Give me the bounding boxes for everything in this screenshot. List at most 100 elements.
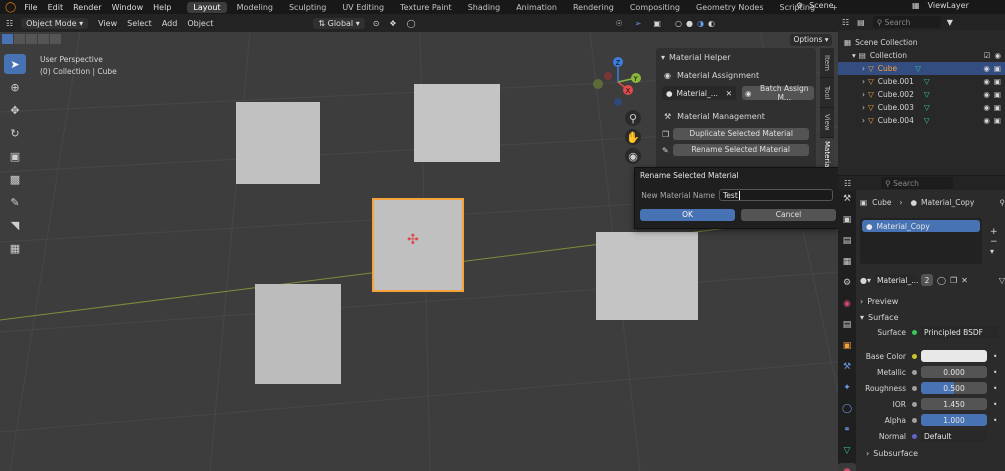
eye-icon[interactable]: ◉ (983, 90, 990, 99)
mode-dropdown[interactable]: Object Mode ▾ (21, 17, 89, 29)
render-icon[interactable]: ▣ (994, 64, 1001, 73)
rename-material-button[interactable]: Rename Selected Material (672, 144, 809, 156)
remove-slot-icon[interactable]: − (990, 237, 998, 247)
slot-list[interactable]: ● Material_Copy (860, 218, 982, 264)
slot-menu-icon[interactable]: ▾ (990, 247, 998, 256)
normal-field[interactable]: Default (921, 430, 987, 442)
shading-material-icon[interactable]: ◑ (697, 19, 704, 28)
cube-object[interactable] (596, 232, 698, 320)
render-icon[interactable]: ▣ (994, 116, 1001, 125)
pan-hand-icon[interactable]: ✋ (625, 129, 641, 145)
tab-item[interactable]: Item (820, 48, 834, 78)
measure-tool-icon[interactable]: ◥ (4, 215, 26, 235)
navigation-gizmo[interactable]: X Y Z (590, 54, 646, 110)
expand-right-icon[interactable]: › (862, 77, 865, 86)
select-subtract-icon[interactable] (26, 34, 37, 44)
outliner-item[interactable]: › ▽ Cube.003 ▽ ◉ ▣ (838, 101, 1005, 114)
eye-icon[interactable]: ◉ (983, 77, 990, 86)
material-name-field[interactable]: Material_... (875, 274, 918, 286)
scale-tool-icon[interactable]: ▣ (4, 146, 26, 166)
outliner-item-cube[interactable]: › ▽ Cube ▽ ◉ ▣ (838, 62, 1005, 75)
proportional-icon[interactable]: ◯ (407, 19, 416, 28)
collection-tab-icon[interactable]: ▤ (838, 316, 856, 334)
menu-edit[interactable]: Edit (48, 3, 64, 12)
surface-shader-field[interactable]: Principled BSDF (921, 326, 999, 338)
object-tab-icon[interactable]: ▣ (838, 337, 856, 355)
move-tool-icon[interactable]: ✥ (4, 100, 26, 120)
transform-tool-icon[interactable]: ▩ (4, 169, 26, 189)
eye-icon[interactable]: ◉ (983, 116, 990, 125)
editor-type-icon[interactable]: ☷ (6, 19, 13, 28)
preview-section[interactable]: › Preview (860, 294, 1005, 308)
render-icon[interactable]: ▣ (994, 103, 1001, 112)
outliner-item[interactable]: › ▽ Cube.002 ▽ ◉ ▣ (838, 88, 1005, 101)
gizmo-icon[interactable]: ➢ (635, 19, 642, 28)
tab-layout[interactable]: Layout (187, 1, 227, 13)
physics-tab-icon[interactable]: ◯ (838, 400, 856, 418)
modifier-tab-icon[interactable]: ⚒ (838, 358, 856, 376)
zoom-icon[interactable]: ⚲ (625, 110, 641, 126)
unlink-icon[interactable]: ✕ (961, 276, 968, 285)
view-layer-tab-icon[interactable]: ▦ (838, 253, 856, 271)
add-slot-icon[interactable]: + (990, 227, 998, 237)
menu-view[interactable]: View (98, 19, 117, 28)
world-tab-icon[interactable]: ◉ (838, 295, 856, 313)
animate-dot-icon[interactable]: • (993, 384, 997, 393)
scene-collection-row[interactable]: ▦ Scene Collection (838, 36, 1005, 49)
menu-window[interactable]: Window (112, 3, 144, 12)
shading-solid-icon[interactable]: ● (686, 19, 693, 28)
surface-section[interactable]: ▾ Surface (860, 310, 1005, 324)
xray-icon[interactable]: ▣ (653, 19, 661, 28)
view-layer-selector[interactable]: ▦ ViewLayer (912, 1, 969, 10)
collapse-chevron-icon[interactable]: ▾ (661, 53, 665, 62)
tab-texture-paint[interactable]: Texture Paint (394, 2, 458, 13)
menu-add[interactable]: Add (162, 19, 178, 28)
snap-icon[interactable]: ❖ (389, 19, 396, 28)
menu-render[interactable]: Render (73, 3, 101, 12)
users-count[interactable]: 2 (921, 274, 933, 286)
select-invert-icon[interactable] (38, 34, 49, 44)
properties-editor-icon[interactable]: ☷ (844, 179, 851, 188)
metallic-field[interactable]: 0.000 (921, 366, 987, 378)
cube-object[interactable] (255, 284, 341, 384)
expand-right-icon[interactable]: › (862, 116, 865, 125)
tab-tool[interactable]: Tool (820, 78, 834, 108)
render-icon[interactable]: ▣ (994, 77, 1001, 86)
outliner-editor-icon[interactable]: ☷ (842, 18, 849, 27)
eye-icon[interactable]: ◉ (983, 64, 990, 73)
scene-selector[interactable]: ⚙ Scene (796, 1, 834, 10)
menu-select[interactable]: Select (127, 19, 152, 28)
add-cube-tool-icon[interactable]: ▦ (4, 238, 26, 258)
expand-right-icon[interactable]: › (862, 103, 865, 112)
filter-icon[interactable]: ▼ (947, 18, 953, 27)
expand-chevron-icon[interactable]: ▾ (852, 51, 856, 60)
checkbox-icon[interactable]: ☑ (984, 51, 991, 60)
eye-icon[interactable]: ◉ (983, 103, 990, 112)
tab-shading[interactable]: Shading (462, 2, 507, 13)
animate-dot-icon[interactable]: • (993, 400, 997, 409)
select-intersect-icon[interactable] (50, 34, 61, 44)
material-browse-icon[interactable]: ●▾ (860, 276, 871, 285)
constraints-tab-icon[interactable]: ⚭ (838, 421, 856, 439)
cube-object[interactable] (414, 84, 500, 162)
annotate-tool-icon[interactable]: ✎ (4, 192, 26, 212)
outliner-item[interactable]: › ▽ Cube.004 ▽ ◉ ▣ (838, 114, 1005, 127)
expand-right-icon[interactable]: › (862, 64, 865, 73)
material-selector[interactable]: ● Material_... ✕ (662, 86, 736, 100)
render-icon[interactable]: ▣ (994, 90, 1001, 99)
tab-view[interactable]: View (820, 108, 834, 138)
fake-user-icon[interactable]: ◯ (937, 276, 946, 285)
expand-right-icon[interactable]: › (862, 90, 865, 99)
tab-compositing[interactable]: Compositing (624, 2, 686, 13)
ok-button[interactable]: OK (640, 209, 735, 221)
options-button[interactable]: Options ▾ (790, 34, 832, 46)
pin-icon[interactable]: ⚲ (1000, 198, 1005, 207)
overlay-icon[interactable]: ☉ (616, 19, 623, 28)
tab-sculpting[interactable]: Sculpting (283, 2, 332, 13)
ior-field[interactable]: 1.450 (921, 398, 987, 410)
collection-row[interactable]: ▾ ▤ Collection ☑ ◉ (838, 49, 1005, 62)
alpha-field[interactable]: 1.000 (921, 414, 987, 426)
animate-dot-icon[interactable]: • (993, 352, 997, 361)
menu-file[interactable]: File (24, 3, 37, 12)
tab-rendering[interactable]: Rendering (567, 2, 620, 13)
